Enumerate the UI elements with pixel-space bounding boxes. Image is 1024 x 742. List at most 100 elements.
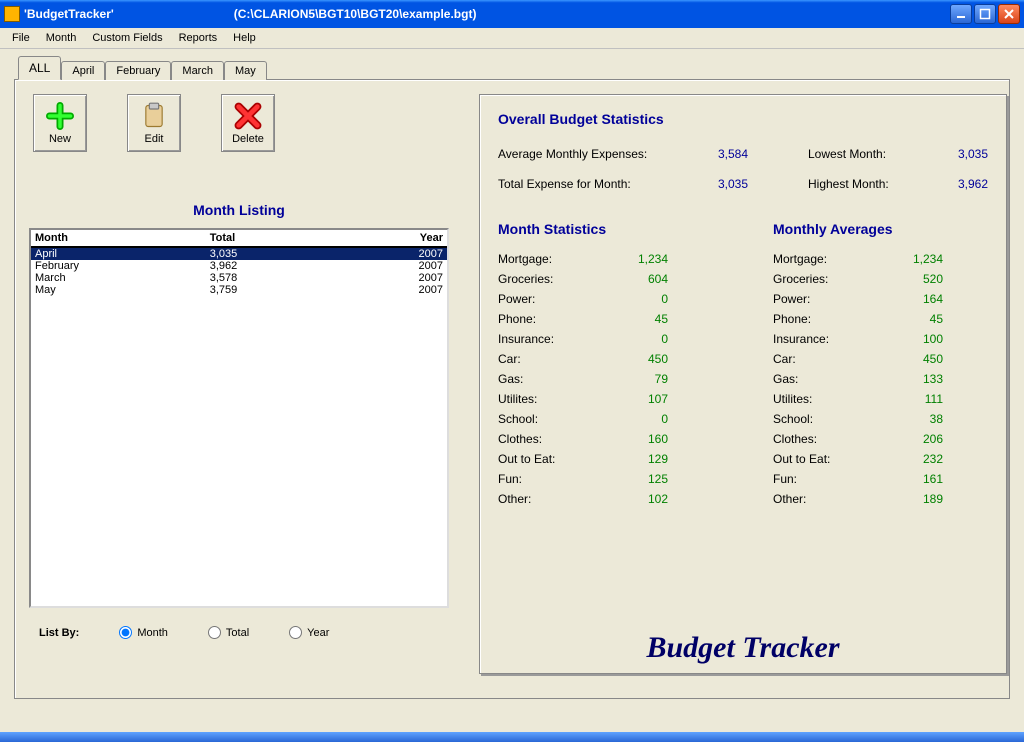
table-row[interactable]: February3,9622007 (31, 260, 447, 272)
table-row[interactable]: March3,5782007 (31, 272, 447, 284)
cell-month: March (31, 272, 170, 284)
monthly-avg-value: 164 (883, 292, 943, 306)
month-stat-label: Power: (498, 292, 608, 306)
menu-month[interactable]: Month (40, 30, 83, 46)
total-expense-label: Total Expense for Month: (498, 177, 668, 191)
monthly-avg-value: 100 (883, 332, 943, 346)
cell-year: 2007 (360, 247, 447, 260)
table-row[interactable]: May3,7592007 (31, 284, 447, 296)
month-stat-row: School:0 (498, 409, 713, 429)
lowest-month-value: 3,035 (928, 147, 988, 161)
cell-total: 3,035 (170, 247, 361, 260)
menu-reports[interactable]: Reports (173, 30, 224, 46)
month-stat-label: Out to Eat: (498, 452, 608, 466)
cell-total: 3,759 (170, 284, 361, 296)
menu-custom-fields[interactable]: Custom Fields (86, 30, 168, 46)
monthly-avg-row: Out to Eat:232 (773, 449, 988, 469)
overall-title: Overall Budget Statistics (498, 111, 988, 127)
month-stat-label: Clothes: (498, 432, 608, 446)
cell-month: April (31, 247, 170, 260)
tab-march[interactable]: March (171, 61, 224, 80)
month-stat-value: 1,234 (608, 252, 668, 266)
tab-may[interactable]: May (224, 61, 267, 80)
highest-month-value: 3,962 (928, 177, 988, 191)
close-button[interactable] (998, 4, 1020, 24)
month-stat-row: Utilites:107 (498, 389, 713, 409)
col-year[interactable]: Year (360, 230, 447, 247)
avg-expenses-label: Average Monthly Expenses: (498, 147, 668, 161)
radio-month-input[interactable] (119, 626, 132, 639)
radio-total-input[interactable] (208, 626, 221, 639)
month-stat-value: 102 (608, 492, 668, 506)
tab-april[interactable]: April (61, 61, 105, 80)
new-button[interactable]: New (33, 94, 87, 152)
toolbar: New Edit Delete (33, 94, 449, 152)
month-stat-label: Car: (498, 352, 608, 366)
month-stat-label: Groceries: (498, 272, 608, 286)
monthly-avg-value: 1,234 (883, 252, 943, 266)
window-controls (950, 4, 1020, 24)
month-listing-grid[interactable]: Month Total Year April3,0352007February3… (29, 228, 449, 608)
month-stat-value: 0 (608, 292, 668, 306)
window-titlebar: 'BudgetTracker' (C:\CLARION5\BGT10\BGT20… (0, 0, 1024, 28)
monthly-avg-value: 111 (883, 392, 943, 406)
highest-month-label: Highest Month: (808, 177, 928, 191)
monthly-avg-label: Gas: (773, 372, 883, 386)
monthly-avg-label: School: (773, 412, 883, 426)
monthly-avg-label: Out to Eat: (773, 452, 883, 466)
month-stat-label: Mortgage: (498, 252, 608, 266)
radio-year[interactable]: Year (289, 626, 329, 639)
new-button-label: New (49, 133, 71, 145)
cell-year: 2007 (360, 284, 447, 296)
radio-month[interactable]: Month (119, 626, 168, 639)
window-path: (C:\CLARION5\BGT10\BGT20\example.bgt) (234, 7, 477, 21)
edit-button[interactable]: Edit (127, 94, 181, 152)
monthly-avg-value: 450 (883, 352, 943, 366)
month-stat-label: Insurance: (498, 332, 608, 346)
menu-file[interactable]: File (6, 30, 36, 46)
col-month[interactable]: Month (31, 230, 170, 247)
month-stat-value: 45 (608, 312, 668, 326)
month-stat-label: Fun: (498, 472, 608, 486)
delete-button-label: Delete (232, 133, 264, 145)
tab-all[interactable]: ALL (18, 56, 61, 80)
plus-icon (46, 102, 74, 130)
radio-year-input[interactable] (289, 626, 302, 639)
month-stat-value: 79 (608, 372, 668, 386)
listby-group: List By: Month Total Year (29, 626, 449, 639)
monthly-avg-label: Phone: (773, 312, 883, 326)
delete-button[interactable]: Delete (221, 94, 275, 152)
month-stat-row: Phone:45 (498, 309, 713, 329)
month-stat-label: Gas: (498, 372, 608, 386)
table-row[interactable]: April3,0352007 (31, 247, 447, 260)
menu-help[interactable]: Help (227, 30, 262, 46)
monthly-avg-row: Car:450 (773, 349, 988, 369)
tab-february[interactable]: February (105, 61, 171, 80)
overall-grid: Average Monthly Expenses: 3,584 Lowest M… (498, 147, 988, 191)
monthly-avg-label: Mortgage: (773, 252, 883, 266)
monthly-avg-label: Fun: (773, 472, 883, 486)
taskbar (0, 732, 1024, 742)
month-stat-value: 160 (608, 432, 668, 446)
monthly-avg-row: Utilites:111 (773, 389, 988, 409)
monthly-avg-row: Power:164 (773, 289, 988, 309)
month-stat-row: Power:0 (498, 289, 713, 309)
col-total[interactable]: Total (170, 230, 361, 247)
avg-expenses-value: 3,584 (668, 147, 748, 161)
month-stat-label: School: (498, 412, 608, 426)
monthly-avg-value: 45 (883, 312, 943, 326)
lowest-month-label: Lowest Month: (808, 147, 928, 161)
tabstrip: ALL April February March May (18, 56, 1010, 80)
month-stats-title: Month Statistics (498, 221, 713, 237)
radio-year-label: Year (307, 627, 329, 639)
monthly-avg-label: Other: (773, 492, 883, 506)
edit-button-label: Edit (145, 133, 164, 145)
month-stat-row: Mortgage:1,234 (498, 249, 713, 269)
month-stat-row: Fun:125 (498, 469, 713, 489)
maximize-button[interactable] (974, 4, 996, 24)
minimize-button[interactable] (950, 4, 972, 24)
monthly-avg-value: 38 (883, 412, 943, 426)
radio-total[interactable]: Total (208, 626, 249, 639)
menubar: File Month Custom Fields Reports Help (0, 28, 1024, 49)
monthly-avg-label: Car: (773, 352, 883, 366)
